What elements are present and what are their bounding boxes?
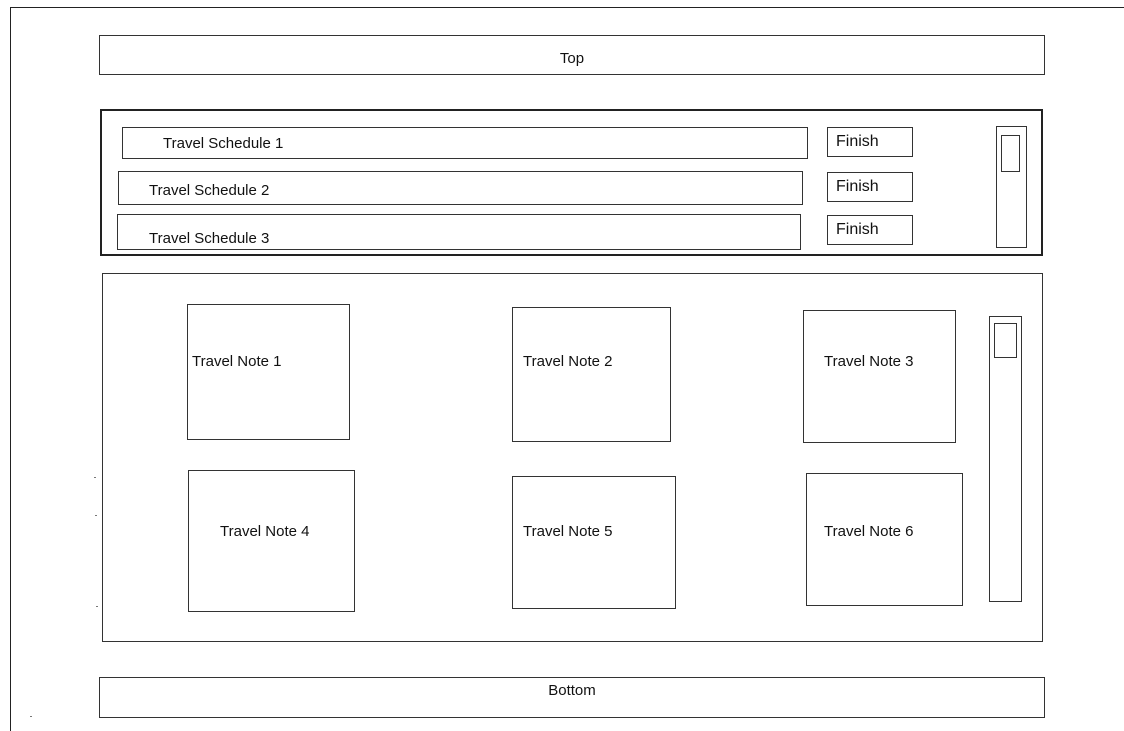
finish-button-3[interactable]: Finish [827, 215, 913, 245]
note-card-4[interactable]: Travel Note 4 [188, 470, 355, 612]
note-label: Travel Note 2 [523, 353, 613, 370]
finish-button-1[interactable]: Finish [827, 127, 913, 157]
schedule-scrollbar[interactable] [996, 126, 1027, 248]
stray-mark [94, 477, 96, 478]
note-label: Travel Note 3 [824, 353, 914, 370]
top-bar-label: Top [559, 49, 585, 67]
schedule-row-3[interactable]: Travel Schedule 3 [117, 214, 801, 250]
schedule-label: Travel Schedule 3 [149, 229, 270, 247]
bottom-bar-label: Bottom [548, 682, 596, 699]
wireframe-left-border [10, 7, 11, 731]
note-card-6[interactable]: Travel Note 6 [806, 473, 963, 606]
stray-mark [96, 606, 98, 607]
finish-button-label: Finish [836, 221, 879, 238]
notes-scrollbar-thumb[interactable] [994, 323, 1017, 358]
note-label: Travel Note 1 [192, 353, 282, 370]
note-label: Travel Note 5 [523, 523, 613, 540]
schedule-scrollbar-thumb[interactable] [1001, 135, 1020, 172]
schedule-label: Travel Schedule 1 [163, 134, 284, 152]
note-card-3[interactable]: Travel Note 3 [803, 310, 956, 443]
wireframe-top-border [10, 7, 1124, 8]
finish-button-label: Finish [836, 133, 879, 150]
finish-button-2[interactable]: Finish [827, 172, 913, 202]
note-card-2[interactable]: Travel Note 2 [512, 307, 671, 442]
note-card-1[interactable]: Travel Note 1 [187, 304, 350, 440]
note-card-5[interactable]: Travel Note 5 [512, 476, 676, 609]
bottom-bar: Bottom [99, 677, 1045, 718]
stray-mark [95, 515, 97, 516]
note-label: Travel Note 4 [220, 523, 310, 540]
top-bar: Top [99, 35, 1045, 75]
notes-scrollbar[interactable] [989, 316, 1022, 602]
schedule-row-2[interactable]: Travel Schedule 2 [118, 171, 803, 205]
finish-button-label: Finish [836, 178, 879, 195]
stray-mark [30, 716, 32, 717]
schedule-row-1[interactable]: Travel Schedule 1 [122, 127, 808, 159]
schedule-label: Travel Schedule 2 [149, 181, 270, 199]
note-label: Travel Note 6 [824, 523, 914, 540]
